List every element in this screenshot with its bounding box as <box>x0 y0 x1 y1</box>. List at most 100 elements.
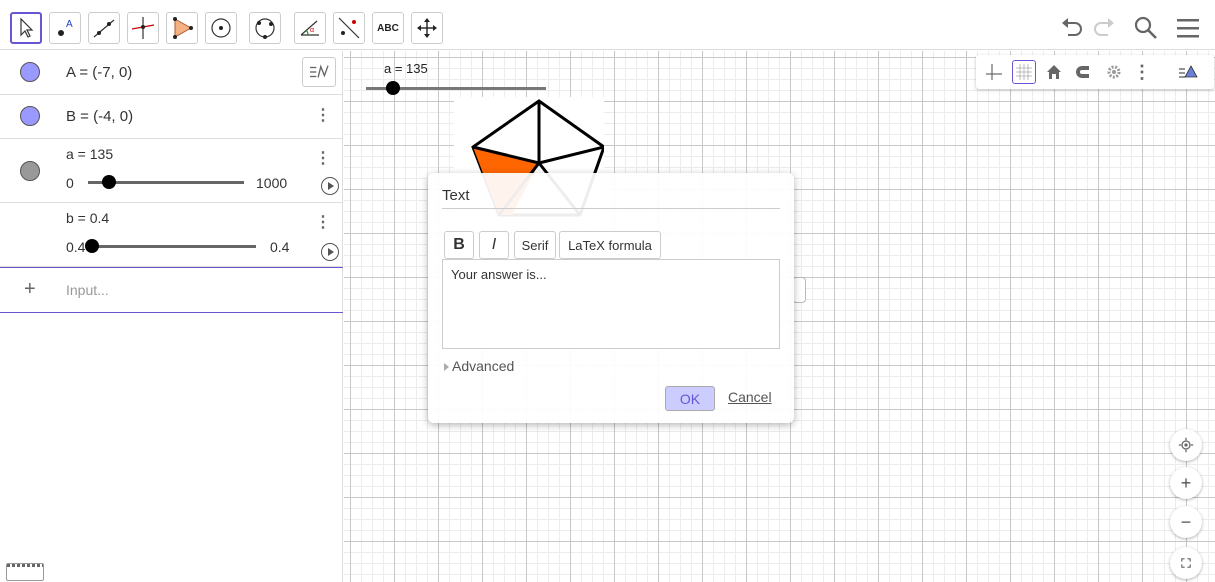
magnet-icon <box>1076 66 1089 78</box>
graphics-style-bar: ⋮ <box>976 55 1214 89</box>
hamburger-menu-icon <box>1177 19 1199 38</box>
fullscreen-button[interactable] <box>1170 547 1202 579</box>
perpendicular-tool-button[interactable] <box>127 12 159 44</box>
search-button[interactable] <box>1130 12 1162 44</box>
more-options-icon[interactable]: ⋮ <box>315 148 331 168</box>
axes-toggle[interactable] <box>982 60 1006 84</box>
angle-tool-button[interactable]: α <box>294 12 326 44</box>
line-tool-button[interactable] <box>88 12 120 44</box>
slider-thumb[interactable] <box>102 175 117 189</box>
chevron-right-icon <box>444 363 449 372</box>
latex-formula-button[interactable]: LaTeX formula <box>559 231 661 259</box>
main-menu-button[interactable] <box>1172 12 1204 44</box>
style-bar-more-icon[interactable]: ⋮ <box>1130 60 1154 84</box>
cancel-button[interactable]: Cancel <box>728 389 772 405</box>
slider-max-label: 1000 <box>256 175 288 191</box>
svg-text:A: A <box>66 19 73 30</box>
visibility-toggle-B[interactable] <box>20 106 40 126</box>
point-icon: A <box>58 19 73 36</box>
dialog-title: Text <box>442 187 470 204</box>
undo-button[interactable] <box>1056 12 1088 44</box>
algebra-row-a[interactable]: a = 135 ⋮ 0 1000 <box>0 139 343 203</box>
slider-max-label: 0.4 <box>270 239 290 255</box>
advanced-toggle[interactable]: Advanced <box>444 358 514 374</box>
graphics-slider-label: a = 135 <box>384 61 428 76</box>
circle-icon <box>211 18 231 38</box>
keyboard-icon[interactable] <box>6 563 44 581</box>
text-editor-field[interactable]: Your answer is... <box>442 259 780 349</box>
algebra-input-field[interactable]: Input... <box>66 282 109 298</box>
text-tool-button[interactable]: ABC <box>372 12 404 44</box>
more-options-icon[interactable]: ⋮ <box>315 212 331 232</box>
zoom-in-button[interactable]: + <box>1170 467 1202 499</box>
reflect-icon <box>338 17 360 39</box>
dialog-divider <box>442 208 780 209</box>
graphics-settings-button[interactable] <box>1102 60 1126 84</box>
perpendicular-icon <box>131 17 155 39</box>
move-arrows-icon <box>417 18 437 38</box>
circle-through-points-tool-button[interactable] <box>249 12 281 44</box>
fullscreen-icon <box>1181 558 1191 568</box>
svg-text:α: α <box>310 27 314 34</box>
algebra-row-text: b = 0.4 <box>66 210 110 226</box>
slider-thumb[interactable] <box>85 239 99 253</box>
standard-view-button[interactable] <box>1042 60 1066 84</box>
axes-icon <box>986 64 1002 80</box>
redo-icon <box>1094 18 1114 36</box>
polygon-icon <box>173 17 193 39</box>
text-dialog: Text B I Serif LaTeX formula Your answer… <box>428 173 794 423</box>
more-options-icon[interactable]: ⋮ <box>315 105 331 125</box>
text-icon: ABC <box>377 22 399 34</box>
line-icon <box>93 19 115 38</box>
polygon-tool-button[interactable] <box>166 12 198 44</box>
play-animation-button[interactable] <box>321 177 339 195</box>
algebra-row-B[interactable]: B = (-4, 0) ⋮ <box>0 95 343 139</box>
locate-icon <box>1178 437 1194 453</box>
slider-track[interactable] <box>92 245 256 248</box>
algebra-row-A[interactable]: A = (-7, 0) <box>0 51 343 95</box>
add-icon[interactable]: + <box>24 278 36 301</box>
grid-icon <box>1016 64 1032 80</box>
angle-icon: α <box>300 20 319 36</box>
slider-min-label: 0 <box>66 175 74 191</box>
locate-button[interactable] <box>1170 429 1202 461</box>
visibility-toggle-a[interactable] <box>20 161 40 181</box>
gear-icon <box>1107 65 1121 79</box>
move-graphics-tool-button[interactable] <box>411 12 443 44</box>
toolbar: A α ABC <box>0 0 1215 50</box>
algebra-input-row[interactable]: + Input... <box>0 267 343 313</box>
graphics-slider-thumb[interactable] <box>386 81 400 95</box>
algebra-view: A = (-7, 0) B = (-4, 0) ⋮ a = 135 ⋮ 0 10… <box>0 51 343 582</box>
point-tool-button[interactable]: A <box>49 12 81 44</box>
reflect-tool-button[interactable] <box>333 12 365 44</box>
slider-min-label: 0.4 <box>66 239 86 255</box>
bold-button[interactable]: B <box>444 231 474 259</box>
input-box[interactable] <box>792 277 806 303</box>
algebra-row-text: A = (-7, 0) <box>66 64 133 81</box>
zoom-out-button[interactable]: − <box>1170 506 1202 538</box>
visibility-toggle-A[interactable] <box>20 62 40 82</box>
search-icon <box>1134 16 1157 39</box>
algebra-sort-icon <box>310 64 329 78</box>
play-animation-button[interactable] <box>321 243 339 261</box>
algebra-row-b[interactable]: b = 0.4 ⋮ 0.4 0.4 <box>0 203 343 267</box>
italic-button[interactable]: I <box>479 231 509 259</box>
algebra-menu-button[interactable] <box>302 57 336 87</box>
undo-icon <box>1062 18 1082 36</box>
algebra-row-text: a = 135 <box>66 146 114 162</box>
ok-button[interactable]: OK <box>665 386 715 411</box>
move-tool-button[interactable] <box>10 12 42 44</box>
geogebra-app: A α ABC A = (-7, 0) B = (-4, 0) ⋮ a = 13… <box>0 0 1215 582</box>
point-capturing-button[interactable] <box>1072 60 1096 84</box>
serif-button[interactable]: Serif <box>514 231 556 259</box>
home-icon <box>1047 65 1061 79</box>
redo-button[interactable] <box>1088 12 1120 44</box>
circle-tool-button[interactable] <box>205 12 237 44</box>
minus-icon: − <box>1180 511 1192 532</box>
toggle-style-bar-button[interactable] <box>1176 60 1200 84</box>
style-bar-toggle-icon <box>1179 65 1198 78</box>
advanced-label: Advanced <box>452 358 515 374</box>
grid-toggle[interactable] <box>1012 60 1036 84</box>
pointer-arrow-icon <box>20 17 34 38</box>
plus-icon: + <box>1180 472 1192 493</box>
